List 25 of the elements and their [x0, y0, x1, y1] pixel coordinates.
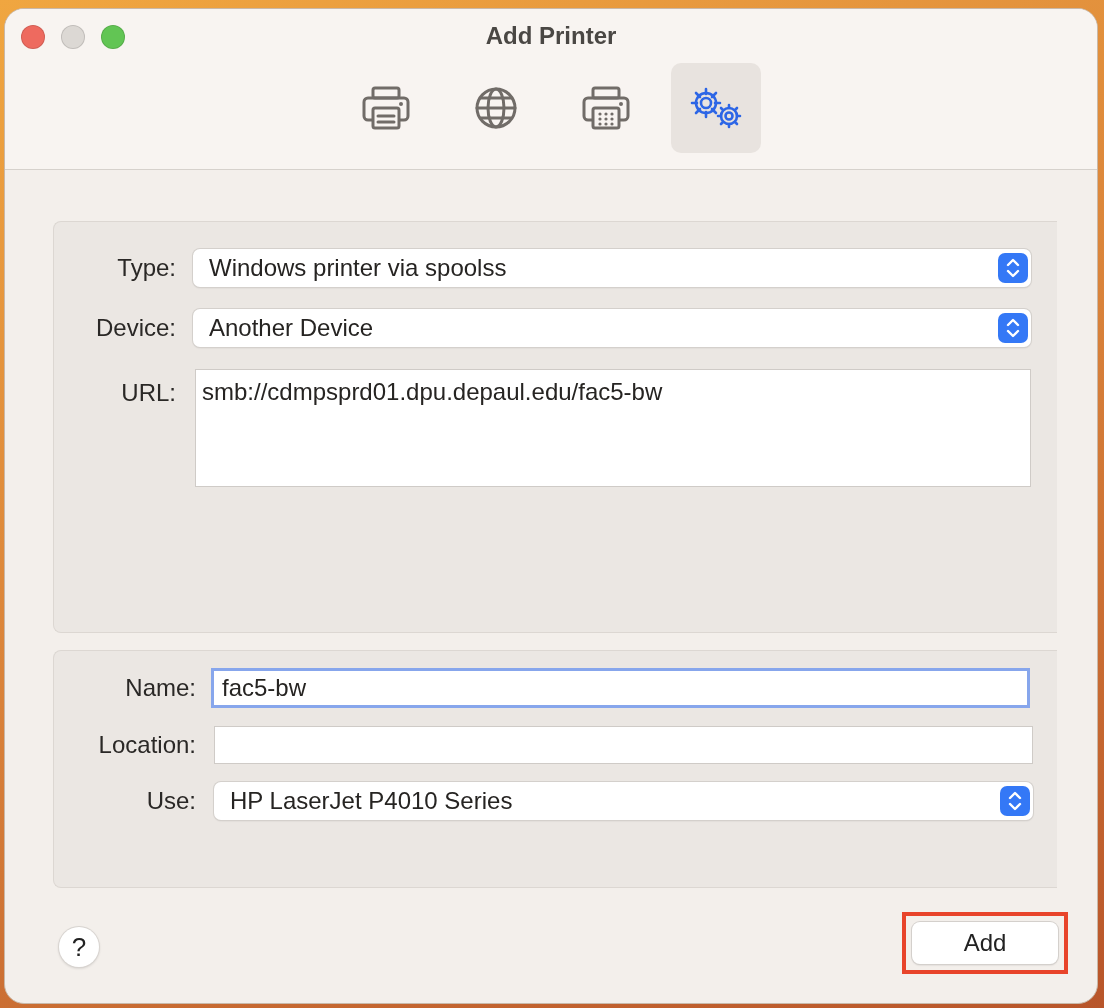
- globe-icon: [474, 86, 518, 130]
- field-label: URL:: [120, 378, 176, 407]
- zoom-button[interactable]: [101, 25, 125, 49]
- close-button[interactable]: [21, 25, 45, 49]
- field-label: Use:: [145, 787, 196, 815]
- help-button[interactable]: ?: [59, 927, 99, 967]
- toolbar-tab[interactable]: [671, 63, 761, 153]
- name-field[interactable]: fac5-bw: [211, 668, 1030, 708]
- field-label: Device:: [94, 314, 176, 342]
- window-title: Add Printer: [485, 22, 617, 50]
- fax-printer-icon: [582, 86, 630, 130]
- stepper-icon: [998, 253, 1028, 283]
- url-field[interactable]: smb://cdmpsprd01.dpu.depaul.edu/fac5-bw: [195, 369, 1031, 487]
- field-label: Name:: [124, 674, 196, 702]
- use-dropdown[interactable]: HP LaserJet P4010 Series: [214, 782, 1033, 820]
- stepper-icon: [998, 313, 1028, 343]
- stepper-icon: [1000, 786, 1030, 816]
- location-field[interactable]: [214, 726, 1033, 764]
- field-label: Location:: [97, 731, 196, 759]
- field-label: Type:: [116, 254, 176, 282]
- device-dropdown[interactable]: Another Device: [193, 309, 1031, 347]
- printer-icon: [362, 86, 410, 130]
- add-button[interactable]: Add: [912, 922, 1058, 964]
- gears-icon: [688, 86, 744, 130]
- type-dropdown[interactable]: Windows printer via spoolss: [193, 249, 1031, 287]
